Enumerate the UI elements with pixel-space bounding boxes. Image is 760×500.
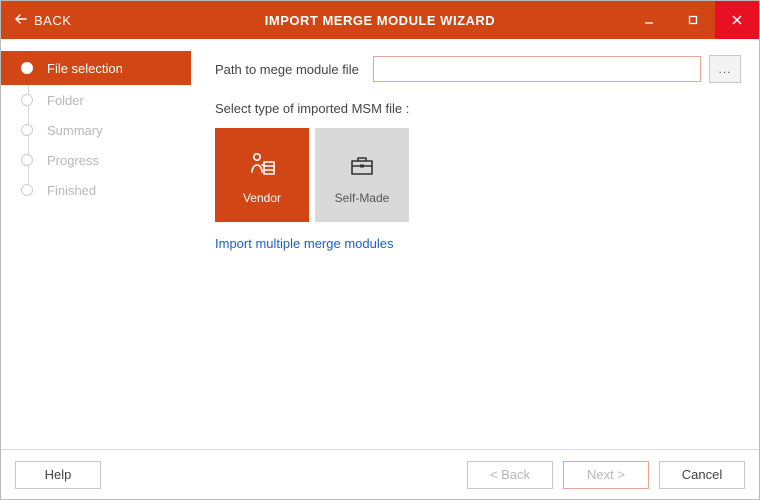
titlebar: BACK IMPORT MERGE MODULE WIZARD: [1, 1, 759, 39]
step-label: Summary: [47, 123, 103, 138]
tile-selfmade[interactable]: Self-Made: [315, 128, 409, 222]
back-label: BACK: [34, 13, 71, 28]
cancel-label: Cancel: [682, 467, 722, 482]
select-type-label: Select type of imported MSM file :: [215, 101, 741, 116]
browse-button[interactable]: ...: [709, 55, 741, 83]
back-nav-label: < Back: [490, 467, 530, 482]
briefcase-icon: [347, 145, 377, 185]
path-label: Path to mege module file: [215, 62, 359, 77]
step-label: Folder: [47, 93, 84, 108]
next-button[interactable]: Next >: [563, 461, 649, 489]
step-file-selection[interactable]: File selection: [1, 51, 191, 85]
step-label: Finished: [47, 183, 96, 198]
footer: Help < Back Next > Cancel: [1, 449, 759, 499]
step-dot-icon: [21, 154, 33, 166]
path-row: Path to mege module file ...: [215, 55, 741, 83]
help-button[interactable]: Help: [15, 461, 101, 489]
vendor-icon: [245, 145, 279, 185]
cancel-button[interactable]: Cancel: [659, 461, 745, 489]
path-input[interactable]: [373, 56, 701, 82]
type-tiles: Vendor Self-Made: [215, 128, 741, 222]
tile-selfmade-label: Self-Made: [335, 191, 390, 205]
back-button[interactable]: BACK: [1, 1, 85, 39]
browse-label: ...: [718, 62, 731, 76]
back-nav-button[interactable]: < Back: [467, 461, 553, 489]
window-controls: [627, 1, 759, 39]
wizard-steps: File selection Folder Summary Progress F…: [1, 51, 191, 205]
close-button[interactable]: [715, 1, 759, 39]
step-progress[interactable]: Progress: [1, 145, 191, 175]
import-multiple-label: Import multiple merge modules: [215, 236, 393, 251]
sidebar: File selection Folder Summary Progress F…: [1, 39, 191, 449]
wizard-window: BACK IMPORT MERGE MODULE WIZARD File sel…: [0, 0, 760, 500]
import-multiple-link[interactable]: Import multiple merge modules: [215, 236, 741, 251]
step-summary[interactable]: Summary: [1, 115, 191, 145]
tile-vendor-label: Vendor: [243, 191, 281, 205]
body: File selection Folder Summary Progress F…: [1, 39, 759, 449]
step-folder[interactable]: Folder: [1, 85, 191, 115]
step-dot-icon: [21, 184, 33, 196]
content-area: Path to mege module file ... Select type…: [191, 39, 759, 449]
tile-vendor[interactable]: Vendor: [215, 128, 309, 222]
next-label: Next >: [587, 467, 625, 482]
step-finished[interactable]: Finished: [1, 175, 191, 205]
help-label: Help: [45, 467, 72, 482]
step-dot-icon: [21, 62, 33, 74]
maximize-button[interactable]: [671, 1, 715, 39]
step-label: File selection: [47, 61, 123, 76]
step-label: Progress: [47, 153, 99, 168]
back-arrow-icon: [15, 13, 27, 27]
minimize-button[interactable]: [627, 1, 671, 39]
step-dot-icon: [21, 124, 33, 136]
step-dot-icon: [21, 94, 33, 106]
